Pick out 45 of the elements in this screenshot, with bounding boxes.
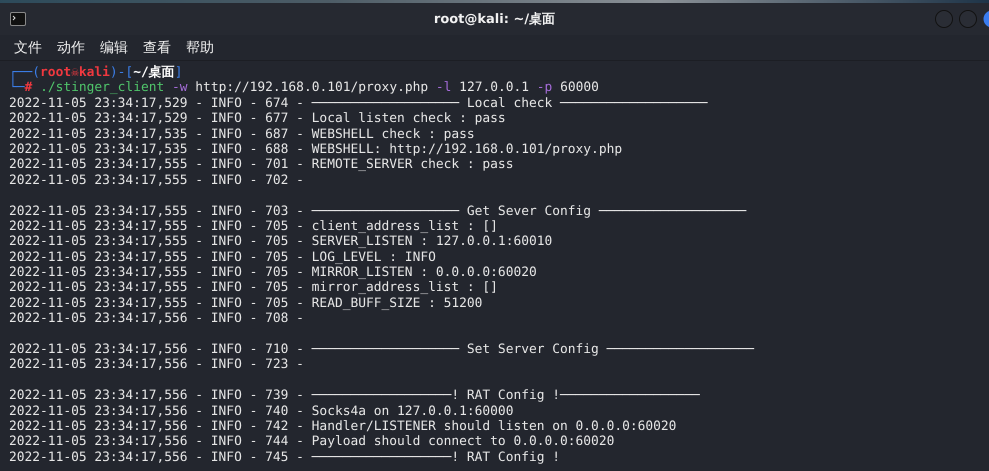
- option-text: -l: [436, 80, 452, 96]
- minimize-button[interactable]: [935, 10, 953, 28]
- prompt-symbol: #: [24, 80, 34, 96]
- log-line: 2022-11-05 23:34:17,555 - INFO - 703 - ─────────────────── Get Sever Config ───────────────────: [9, 204, 746, 219]
- log-line: 2022-11-05 23:34:17,556 - INFO - 739 - ──────────────────! RAT Config !──────────────────: [9, 388, 700, 404]
- prompt-frame: ]: [174, 65, 182, 80]
- menu-item[interactable]: 编辑: [100, 38, 128, 56]
- menu-item[interactable]: 文件: [14, 38, 42, 56]
- log-line: 2022-11-05 23:34:17,556 - INFO - 744 - Payload should connect to 0.0.0.0:60020: [9, 434, 614, 450]
- prompt-frame: └─: [9, 80, 25, 96]
- log-line: 2022-11-05 23:34:17,555 - INFO - 701 - REMOTE_SERVER check : pass: [9, 157, 514, 172]
- log-line: 2022-11-05 23:34:17,555 - INFO - 705 - MIRROR_LISTEN : 0.0.0.0:60020: [9, 265, 537, 280]
- menu-item[interactable]: 查看: [143, 38, 171, 56]
- command-argument: 127.0.0.1: [458, 80, 530, 96]
- log-line: 2022-11-05 23:34:17,555 - INFO - 705 - client_address_list : []: [9, 218, 498, 234]
- log-line: 2022-11-05 23:34:17,535 - INFO - 687 - WEBSHELL check : pass: [9, 126, 475, 142]
- log-line: 2022-11-05 23:34:17,555 - INFO - 702 -: [9, 172, 304, 188]
- close-button[interactable]: [983, 10, 989, 28]
- log-line: 2022-11-05 23:34:17,556 - INFO - 723 -: [9, 357, 304, 372]
- log-line: 2022-11-05 23:34:17,555 - INFO - 705 - LOG_LEVEL : INFO: [9, 250, 436, 265]
- log-line: 2022-11-05 23:34:17,555 - INFO - 705 - READ_BUFF_SIZE : 51200: [9, 296, 482, 311]
- maximize-button[interactable]: [959, 10, 977, 28]
- command-name: ./stinger_client: [40, 80, 166, 96]
- option-text: -p: [536, 80, 552, 96]
- log-line: 2022-11-05 23:34:17,556 - INFO - 742 - Handler/LISTENER should listen on 0.0.0.0:60020: [9, 418, 676, 434]
- log-line: 2022-11-05 23:34:17,555 - INFO - 705 - SERVER_LISTEN : 127.0.0.1:60010: [9, 234, 552, 250]
- option-text: -w: [172, 80, 188, 96]
- prompt-path: ~/桌面: [133, 65, 175, 80]
- log-line: 2022-11-05 23:34:17,556 - INFO - 745 - ──────────────────! RAT Config !: [9, 450, 560, 465]
- prompt-frame: )-[: [110, 65, 134, 80]
- log-line: 2022-11-05 23:34:17,555 - INFO - 705 - mirror_address_list : []: [9, 280, 498, 296]
- log-line: 2022-11-05 23:34:17,529 - INFO - 677 - Local listen check : pass: [9, 111, 506, 126]
- log-line: 2022-11-05 23:34:17,556 - INFO - 740 - Socks4a on 127.0.0.1:60000: [9, 404, 514, 419]
- menu-item[interactable]: 动作: [57, 38, 85, 56]
- log-line: 2022-11-05 23:34:17,529 - INFO - 674 - ─────────────────── Local check ───────────────────: [9, 96, 708, 111]
- menu-item[interactable]: 帮助: [186, 38, 214, 56]
- log-line: 2022-11-05 23:34:17,535 - INFO - 688 - WEBSHELL: http://192.168.0.101/proxy.php: [9, 142, 622, 157]
- prompt-user: root☠kali: [40, 65, 110, 80]
- command-argument: http://192.168.0.101/proxy.php: [194, 80, 430, 96]
- command-argument: 60000: [559, 80, 599, 96]
- window-title: root@kali: ~/桌面: [434, 11, 556, 28]
- log-line: 2022-11-05 23:34:17,556 - INFO - 708 -: [9, 311, 304, 326]
- log-line: 2022-11-05 23:34:17,556 - INFO - 710 - ─────────────────── Set Server Config ───────────────────: [9, 342, 754, 358]
- terminal-icon: [10, 12, 26, 26]
- prompt-frame: ┌──(: [9, 65, 40, 80]
